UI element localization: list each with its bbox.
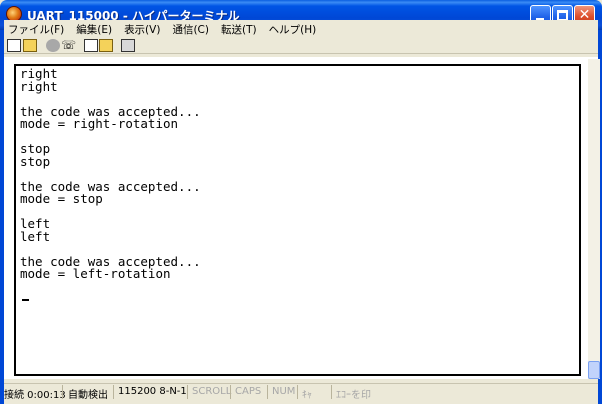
properties-icon[interactable] [121,39,135,52]
status-divider [331,385,332,399]
terminal-screen[interactable]: right right the code was accepted... mode … [14,64,581,376]
status-capture: ｷｬ [302,390,312,401]
status-divider [62,385,63,399]
terminal-line: stop [20,153,51,169]
open-icon[interactable] [23,39,37,52]
status-divider [187,385,188,399]
vertical-scrollbar[interactable] [588,59,600,379]
status-num: NUM [272,386,296,397]
status-connection: 接続 0:00:13 [4,390,66,401]
text-cursor [22,299,29,301]
new-icon[interactable] [7,39,21,52]
terminal-line: mode = left-rotation [20,266,171,281]
terminal-line: mode = right-rotation [20,116,179,131]
terminal-output: right right the code was accepted... mode … [20,67,201,281]
menu-help[interactable]: ヘルプ(H) [265,22,321,37]
status-baud: 115200 8-N-1 [118,386,187,397]
status-scroll: SCROLL [192,386,232,397]
menu-file[interactable]: ファイル(F) [4,22,68,37]
status-bar: 接続 0:00:13 自動検出 115200 8-N-1 SCROLL CAPS… [4,383,598,401]
status-caps: CAPS [235,386,262,397]
receive-icon[interactable] [99,39,113,52]
menu-transfer[interactable]: 転送(T) [217,22,261,37]
status-divider [113,385,114,399]
scrollbar-thumb[interactable] [588,361,600,379]
terminal-line: right [20,78,58,94]
disconnect-icon[interactable] [46,39,60,52]
toolbar: ☏ [4,38,598,54]
menu-bar: ファイル(F) 編集(E) 表示(V) 通信(C) 転送(T) ヘルプ(H) [4,20,598,39]
terminal-line: mode = stop [20,191,103,206]
call-icon[interactable]: ☏ [61,39,76,52]
terminal-line: left [20,228,51,244]
menu-view[interactable]: 表示(V) [120,22,164,37]
status-detect: 自動検出 [68,390,108,401]
menu-edit[interactable]: 編集(E) [72,22,116,37]
send-icon[interactable] [84,39,98,52]
status-divider [267,385,268,399]
status-echo: ｴｺｰを印 [336,390,371,401]
menu-call[interactable]: 通信(C) [168,22,213,37]
status-divider [230,385,231,399]
terminal-container: right right the code was accepted... mode … [4,57,600,379]
status-divider [297,385,298,399]
